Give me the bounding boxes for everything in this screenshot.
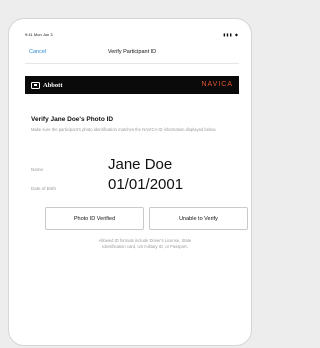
abbott-logo-icon bbox=[31, 81, 40, 89]
abbott-wordmark: Abbott bbox=[43, 81, 63, 89]
abbott-logo: Abbott bbox=[31, 80, 63, 90]
status-time: 9:41 Mon Jun 3 bbox=[25, 32, 53, 37]
name-label: Name bbox=[31, 167, 44, 172]
verify-heading: Verify Jane Doe's Photo ID bbox=[31, 116, 114, 123]
navigation-bar: Cancel Verify Participant ID bbox=[25, 45, 239, 64]
verify-instructions: Make sure the participant's photo identi… bbox=[31, 127, 217, 132]
name-value: Jane Doe bbox=[108, 156, 173, 173]
brand-bar: Abbott NAVICA bbox=[25, 76, 239, 94]
status-bar: 9:41 Mon Jun 3 ▮▮▮ ◆ bbox=[25, 31, 239, 39]
dob-value: 01/01/2001 bbox=[108, 176, 184, 193]
allowed-id-footnote: Allowed ID formats include Driver's Lice… bbox=[98, 238, 192, 249]
photo-id-verified-button[interactable]: Photo ID Verified bbox=[45, 207, 144, 230]
navica-logo: NAVICA bbox=[201, 81, 233, 88]
unable-to-verify-button[interactable]: Unable to Verify bbox=[149, 207, 248, 230]
status-icons: ▮▮▮ ◆ bbox=[223, 32, 239, 37]
tablet-frame: 9:41 Mon Jun 3 ▮▮▮ ◆ Cancel Verify Parti… bbox=[8, 18, 252, 346]
page-title: Verify Participant ID bbox=[107, 49, 157, 55]
dob-label: Date of Birth bbox=[31, 186, 57, 191]
